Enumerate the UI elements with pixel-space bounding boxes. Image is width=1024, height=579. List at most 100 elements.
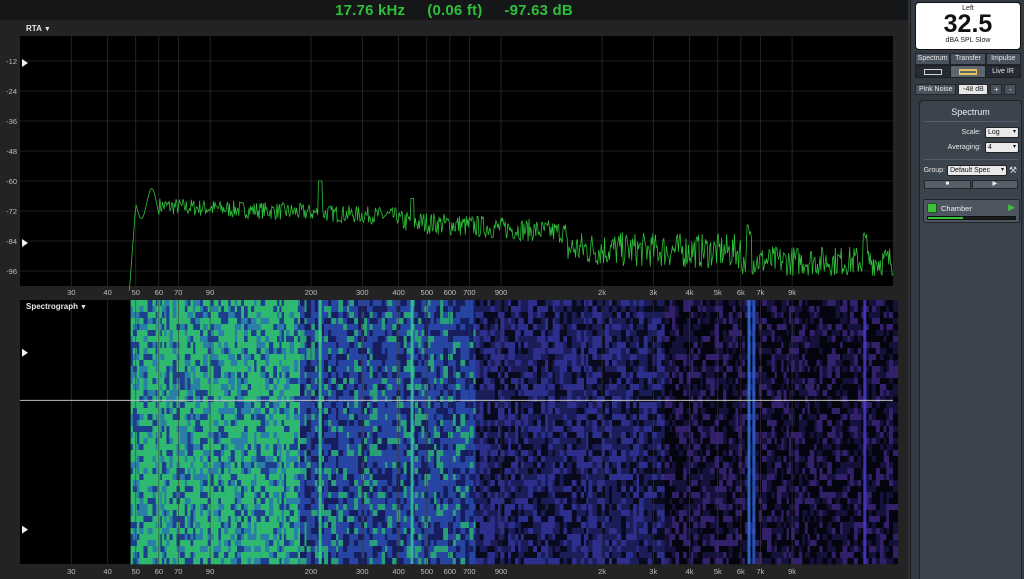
live-ir-button[interactable]: Live IR <box>986 66 1020 77</box>
rta-plot-area <box>20 36 893 286</box>
freq-tick-label: 3k <box>649 567 657 576</box>
freq-tick-label: 4k <box>686 567 694 576</box>
averaging-label: Averaging: <box>947 144 981 151</box>
rta-menu[interactable]: RTA ▼ <box>26 24 51 33</box>
db-tick-label: -48 <box>6 147 17 156</box>
freq-tick-label: 200 <box>305 288 318 297</box>
spectral-line <box>752 300 756 564</box>
freq-tick-label: 90 <box>206 288 214 297</box>
transport-controls: ■ ▶ <box>924 180 1018 189</box>
tab-spectrum[interactable]: Spectrum <box>915 53 951 65</box>
db-tick-label: -36 <box>6 117 17 126</box>
averaging-select[interactable]: 4 ▾ <box>985 142 1019 153</box>
freq-tick-label: 6k <box>737 567 745 576</box>
freq-tick-label: 400 <box>392 567 405 576</box>
db-tick-label: -72 <box>6 207 17 216</box>
app-window: 17.76 kHz (0.06 ft) -97.63 dB RTA ▼ -12 -2… <box>0 0 1024 579</box>
freq-tick-label: 50 <box>132 288 140 297</box>
freq-tick-label: 70 <box>174 567 182 576</box>
freq-tick-label: 70 <box>174 288 182 297</box>
db-tick-label: -60 <box>6 177 17 186</box>
freq-tick-label: 30 <box>67 288 75 297</box>
single-view-button[interactable] <box>916 66 951 77</box>
freq-tick-label: 500 <box>421 567 434 576</box>
view-selector: Live IR <box>915 65 1021 78</box>
group-select[interactable]: Default Spec ▾ <box>947 165 1007 176</box>
freq-tick-label: 7k <box>756 288 764 297</box>
freq-tick-label: 600 <box>444 567 457 576</box>
freq-tick-label: 900 <box>495 288 508 297</box>
measurement-name: Chamber <box>941 204 972 213</box>
spectral-line <box>318 300 322 564</box>
freq-tick-label: 4k <box>686 288 694 297</box>
divider <box>924 121 1018 122</box>
freq-tick-label: 5k <box>714 288 722 297</box>
freq-tick-label: 90 <box>206 567 214 576</box>
dual-pane-icon <box>959 68 977 75</box>
freq-tick-label: 40 <box>103 288 111 297</box>
tools-icon[interactable]: ⚒ <box>1009 165 1017 176</box>
freq-tick-label: 2k <box>598 288 606 297</box>
db-tick-label: -84 <box>6 237 17 246</box>
freq-tick-label: 500 <box>421 288 434 297</box>
freq-tick-label: 2k <box>598 567 606 576</box>
dual-view-button[interactable] <box>951 66 986 77</box>
freq-tick-label: 200 <box>305 567 318 576</box>
spectrograph-plot[interactable]: Spectrograph ▼ 30 40 50 60 70 90 200 300 400 500 60… <box>0 298 908 579</box>
chevron-down-icon: ▾ <box>1012 129 1016 135</box>
level-down-button[interactable]: - <box>1004 84 1017 95</box>
play-button[interactable]: ▶ <box>971 180 1018 189</box>
level-up-button[interactable]: + <box>990 84 1003 95</box>
scale-label: Scale: <box>961 129 981 136</box>
control-sidebar: Left 32.5 dBA SPL Slow Spectrum Transfer… <box>910 0 1024 579</box>
measurement-enable-toggle[interactable] <box>927 203 937 213</box>
chevron-down-icon: ▾ <box>1012 144 1016 150</box>
pink-noise-button[interactable]: Pink Noise <box>915 84 957 95</box>
freq-tick-label: 60 <box>155 288 163 297</box>
cursor-readout: 17.76 kHz (0.06 ft) -97.63 dB <box>0 0 908 20</box>
freq-tick-label: 5k <box>714 567 722 576</box>
play-icon[interactable]: ▶ <box>1008 202 1015 213</box>
single-pane-icon <box>924 68 942 75</box>
signal-generator: Pink Noise -48 dB + - <box>915 84 1021 95</box>
rta-plot[interactable]: RTA ▼ -12 -24 -36 -48 -60 -72 -84 -96 30 40 50 60 70 9… <box>0 20 908 300</box>
spectral-line <box>863 300 867 564</box>
tab-transfer[interactable]: Transfer <box>950 53 986 65</box>
rta-chart[interactable]: -12 -24 -36 -48 -60 -72 -84 -96 30 40 50 60 70 90 200 3… <box>0 20 908 300</box>
readout-frequency: 17.76 kHz <box>335 1 406 19</box>
divider <box>924 159 1018 160</box>
freq-tick-label: 400 <box>392 288 405 297</box>
db-tick-label: -96 <box>6 267 17 276</box>
freq-tick-label: 700 <box>463 567 476 576</box>
meter-unit: dBA SPL Slow <box>945 37 991 44</box>
spectrograph-chart[interactable]: 30 40 50 60 70 90 200 300 400 500 600 700 900 2k 3k 4k 5… <box>0 298 908 579</box>
spectrum-settings-panel: Spectrum Scale: Log ▾ Averaging: 4 ▾ Group… <box>919 100 1022 579</box>
db-tick-label: -24 <box>6 87 17 96</box>
scale-select[interactable]: Log ▾ <box>985 127 1019 138</box>
spectrograph-menu[interactable]: Spectrograph ▼ <box>26 302 87 311</box>
spectrograph-heatmap <box>130 300 898 565</box>
panel-title: Spectrum <box>951 107 990 117</box>
measurement-level-meter <box>927 216 1016 220</box>
freq-tick-label: 3k <box>649 288 657 297</box>
tab-impulse[interactable]: Impulse <box>985 53 1021 65</box>
freq-tick-label: 40 <box>103 567 111 576</box>
db-tick-label: -12 <box>6 57 17 66</box>
stop-button[interactable]: ■ <box>924 180 971 189</box>
freq-tick-label: 9k <box>788 567 796 576</box>
freq-tick-label: 300 <box>356 567 369 576</box>
measurement-chamber[interactable]: Chamber ▶ <box>923 199 1020 223</box>
meter-value: 32.5 <box>943 10 993 38</box>
freq-tick-label: 30 <box>67 567 75 576</box>
freq-tick-label: 600 <box>444 288 457 297</box>
freq-tick-label: 9k <box>788 288 796 297</box>
freq-tick-label: 700 <box>463 288 476 297</box>
group-label: Group: <box>923 167 945 174</box>
spectral-line <box>410 300 414 564</box>
spl-meter[interactable]: Left 32.5 dBA SPL Slow <box>915 2 1021 50</box>
chevron-down-icon: ▾ <box>1000 167 1004 173</box>
freq-tick-label: 6k <box>737 288 745 297</box>
freq-tick-label: 300 <box>356 288 369 297</box>
caret-down-icon: ▼ <box>43 26 51 33</box>
generator-level[interactable]: -48 dB <box>958 84 989 95</box>
